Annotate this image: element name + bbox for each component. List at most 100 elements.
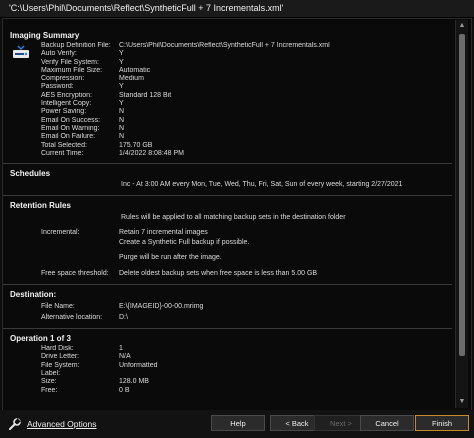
imaging-row-value: N (119, 116, 125, 124)
advanced-options-label: Advanced Options (27, 419, 97, 429)
imaging-row: Verify File System: Y (3, 59, 452, 67)
summary-scroll-area[interactable]: Imaging Summary Backup Definition File: C… (3, 20, 452, 408)
scroll-up-arrow-icon[interactable]: ▲ (456, 20, 468, 32)
imaging-row-label: Email On Failure: (41, 133, 96, 141)
imaging-row-value: N (119, 108, 125, 116)
operation-row-label: Label: (41, 370, 61, 378)
operation-row: Drive Letter: N/A (3, 353, 452, 361)
operation-row-label: File System: (41, 361, 80, 369)
operation-row: Hard Disk: 1 (3, 345, 452, 353)
imaging-row-label: Maximum File Size: (41, 66, 103, 74)
title-bar: 'C:\Users\Phil\Documents\Reflect\Synthet… (0, 0, 474, 18)
imaging-row-label: Password: (41, 83, 74, 91)
finish-button[interactable]: Finish (415, 415, 469, 431)
imaging-row-label: Current Time: (41, 149, 84, 157)
operation-row-label: Drive Letter: (41, 353, 80, 361)
retention-purge-row: Purge will be run after the image. (3, 253, 452, 263)
operation-row-value: N/A (119, 353, 131, 361)
operation-row: Label: (3, 370, 452, 378)
cancel-button[interactable]: Cancel (360, 415, 414, 431)
imaging-row-value: Y (119, 100, 124, 108)
destination-alt-value: D:\ (119, 314, 128, 322)
retention-incremental-line2: Create a Synthetic Full backup if possib… (119, 239, 250, 247)
retention-free-value: Delete oldest backup sets when free spac… (119, 270, 318, 278)
summary-content: Imaging Summary Backup Definition File: C… (3, 26, 452, 400)
imaging-row: Compression: Medium (3, 75, 452, 83)
retention-intro: Rules will be applied to all matching ba… (121, 214, 346, 222)
operation-row: Free: 0 B (3, 387, 452, 395)
imaging-summary-title: Imaging Summary (10, 31, 80, 40)
help-button[interactable]: Help (211, 415, 265, 431)
imaging-summary-section: Imaging Summary Backup Definition File: C… (3, 26, 452, 163)
operation-details: Hard Disk: 1 Drive Letter: N/A File System: U… (3, 345, 452, 395)
destination-file-label: File Name: (41, 303, 75, 311)
operation-row-label: Free: (41, 386, 58, 394)
imaging-row: Total Selected: 175.70 GB (3, 142, 452, 150)
imaging-row: Intelligent Copy: Y (3, 100, 452, 108)
wrench-icon (9, 418, 21, 430)
imaging-row-label: Intelligent Copy: (41, 100, 92, 108)
imaging-row: Email On Failure: N (3, 133, 452, 141)
imaging-row: AES Encryption: Standard 128 Bit (3, 92, 452, 100)
imaging-details: Backup Definition File: C:\Users\Phil\Doc… (3, 42, 452, 158)
retention-incremental-row2: Create a Synthetic Full backup if possib… (3, 238, 452, 248)
imaging-row-value: Y (119, 83, 124, 91)
imaging-row-value: C:\Users\Phil\Documents\Reflect\Syntheti… (119, 42, 330, 49)
imaging-row-value: 175.70 GB (119, 141, 153, 149)
operation-row-value: 0 B (119, 386, 130, 394)
destination-alt-label: Alternative location: (41, 314, 103, 322)
destination-file-value: E:\{IMAGEID}-00-00.mrimg (119, 303, 204, 311)
vertical-scrollbar[interactable]: ▲ ▼ (455, 20, 468, 408)
disk-image-icon (12, 45, 30, 59)
imaging-row-value: Standard 128 Bit (119, 91, 172, 99)
operation-row-value: 128.0 MB (119, 378, 149, 386)
imaging-row: Email On Success: N (3, 117, 452, 125)
operation-row-value: Unformatted (119, 361, 158, 369)
operation-section: Operation 1 of 3 Hard Disk: 1 Drive Letter… (3, 328, 452, 400)
operation-title: Operation 1 of 3 (10, 334, 71, 344)
retention-incremental-line1: Retain 7 incremental images (119, 229, 208, 237)
schedule-line: Inc - At 3:00 AM every Mon, Tue, Wed, Th… (121, 181, 403, 189)
imaging-row-value: N (119, 124, 125, 132)
operation-row-value: 1 (119, 345, 123, 353)
imaging-row-label: Compression: (41, 75, 85, 83)
retention-incremental-row: Incremental: Retain 7 incremental images (3, 228, 452, 238)
retention-free-label: Free space threshold: (41, 270, 109, 278)
operation-row-label: Size: (41, 378, 57, 386)
imaging-row-label: Email On Success: (41, 116, 101, 124)
destination-file-row: File Name: E:\{IMAGEID}-00-00.mrimg (3, 301, 452, 312)
advanced-options-link[interactable]: Advanced Options (8, 416, 96, 432)
imaging-row-value: 1/4/2022 8:08:48 PM (119, 149, 184, 157)
imaging-row-value: Medium (119, 75, 144, 83)
destination-title: Destination: (10, 290, 57, 300)
schedules-title: Schedules (10, 169, 51, 179)
footer-bar: Advanced Options Help < Back Next > Canc… (0, 410, 474, 438)
operation-row: File System: Unformatted (3, 362, 452, 370)
imaging-row: Password: Y (3, 83, 452, 91)
scrollbar-thumb[interactable] (459, 34, 465, 356)
imaging-row-label: Verify File System: (41, 58, 99, 66)
retention-title: Retention Rules (10, 201, 71, 211)
retention-free-row: Free space threshold: Delete oldest back… (3, 269, 452, 279)
retention-section: Retention Rules Rules will be applied to… (3, 195, 452, 284)
imaging-row: Backup Definition File: C:\Users\Phil\Doc… (3, 42, 452, 50)
imaging-row-label: Power Saving: (41, 108, 87, 116)
imaging-row-value: N (119, 133, 125, 141)
imaging-row-value: Y (119, 58, 124, 66)
imaging-row-value: Automatic (119, 66, 151, 74)
window-title: 'C:\Users\Phil\Documents\Reflect\Synthet… (9, 3, 284, 13)
schedules-section: Schedules Inc - At 3:00 AM every Mon, Tu… (3, 163, 452, 195)
imaging-row: Current Time: 1/4/2022 8:08:48 PM (3, 150, 452, 158)
imaging-row-value: Y (119, 50, 124, 58)
imaging-row: Email On Warning: N (3, 125, 452, 133)
destination-alt-row: Alternative location: D:\ (3, 312, 452, 323)
destination-section: Destination: File Name: E:\{IMAGEID}-00-… (3, 284, 452, 328)
retention-purge: Purge will be run after the image. (119, 254, 222, 262)
operation-row: Size: 128.0 MB (3, 378, 452, 386)
imaging-row: Auto Verify: Y (3, 50, 452, 58)
scroll-down-arrow-icon[interactable]: ▼ (456, 396, 468, 408)
imaging-row-label: Total Selected: (41, 141, 87, 149)
operation-row-label: Hard Disk: (41, 345, 74, 353)
imaging-row-label: Email On Warning: (41, 124, 100, 132)
imaging-row: Power Saving: N (3, 108, 452, 116)
